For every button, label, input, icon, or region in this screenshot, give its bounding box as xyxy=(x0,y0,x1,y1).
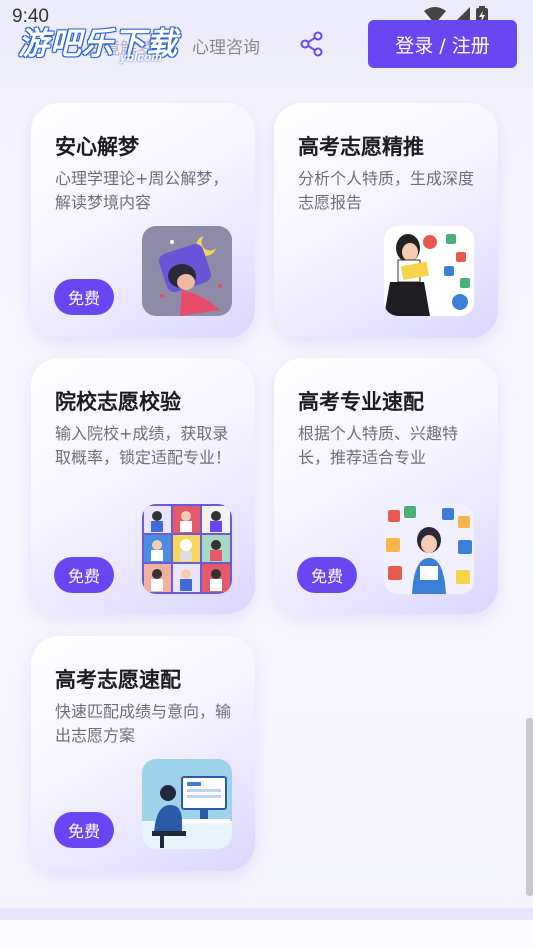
share-button[interactable] xyxy=(298,30,326,58)
free-badge: 免费 xyxy=(54,557,114,593)
card-college-recommendation[interactable]: 高考志愿精推 分析个人特质，生成深度志愿报告 xyxy=(274,103,498,338)
card-title: 安心解梦 xyxy=(55,135,139,159)
card-title: 高考志愿速配 xyxy=(55,668,181,692)
person-at-computer-illustration xyxy=(142,759,232,849)
card-major-match[interactable]: 高考专业速配 根据个人特质、兴趣特长，推荐适合专业 免费 xyxy=(274,358,498,614)
student-subjects-illustration xyxy=(384,504,474,594)
bottom-divider xyxy=(0,908,533,920)
sleeping-girl-illustration xyxy=(142,226,232,316)
free-badge: 免费 xyxy=(297,557,357,593)
professions-grid-illustration xyxy=(142,504,232,594)
card-desc: 分析个人特质，生成深度志愿报告 xyxy=(298,169,475,212)
card-desc: 心理学理论+周公解梦，解读梦境内容 xyxy=(55,169,229,212)
card-college-verification[interactable]: 院校志愿校验 输入院校+成绩，获取录取概率，锁定适配专业！ 免费 xyxy=(31,358,255,614)
card-desc: 快速匹配成绩与意向，输出志愿方案 xyxy=(55,702,232,745)
card-title: 高考志愿精推 xyxy=(298,135,424,159)
free-badge: 免费 xyxy=(54,812,114,848)
free-badge: 免费 xyxy=(54,279,114,315)
tab-psych-consult[interactable]: 心理咨询 xyxy=(192,33,260,58)
student-reading-illustration xyxy=(384,226,474,316)
scrollbar[interactable] xyxy=(526,718,533,896)
card-desc: 输入院校+成绩，获取录取概率，锁定适配专业！ xyxy=(55,424,232,467)
logo-watermark-sub: yblcom xyxy=(120,50,163,64)
card-title: 院校志愿校验 xyxy=(55,390,181,414)
bottom-bar xyxy=(0,920,533,948)
card-title: 高考专业速配 xyxy=(298,390,424,414)
card-dream-interpretation[interactable]: 安心解梦 心理学理论+周公解梦，解读梦境内容 免费 xyxy=(31,103,255,338)
share-icon xyxy=(300,31,323,57)
card-quick-match[interactable]: 高考志愿速配 快速匹配成绩与意向，输出志愿方案 免费 xyxy=(31,636,255,871)
login-register-button[interactable]: 登录 / 注册 xyxy=(368,20,517,68)
card-desc: 根据个人特质、兴趣特长，推荐适合专业 xyxy=(298,424,459,467)
